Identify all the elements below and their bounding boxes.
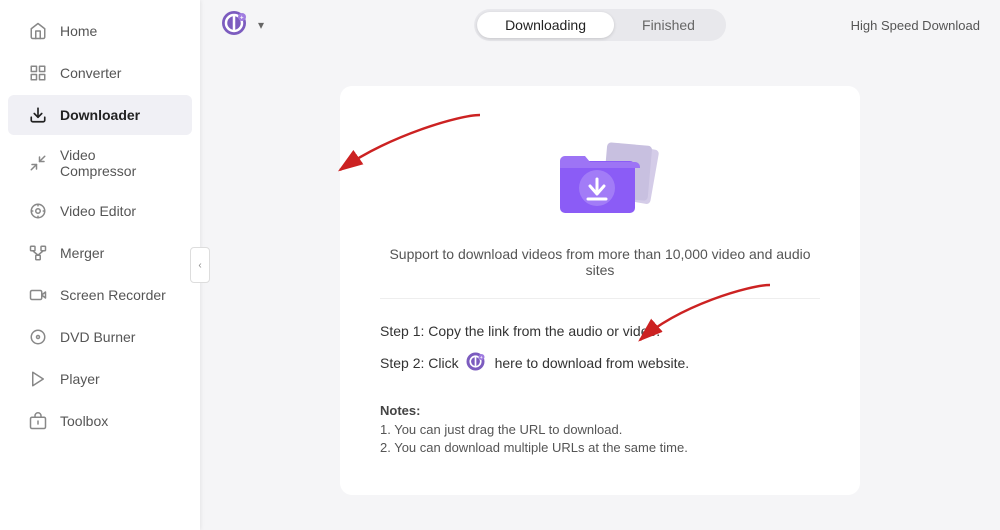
sidebar-label-toolbox: Toolbox [60,413,108,429]
sidebar-label-merger: Merger [60,245,104,261]
sidebar-item-player[interactable]: Player [8,359,192,399]
sidebar-label-converter: Converter [60,65,121,81]
sidebar-label-screen-recorder: Screen Recorder [60,287,166,303]
download-card: ✦ Support to download videos from more t… [340,86,860,495]
logo-area: + ▾ [220,9,264,41]
sidebar-label-video-editor: Video Editor [60,203,136,219]
sidebar-item-video-compressor[interactable]: Video Compressor [8,137,192,189]
tab-finished[interactable]: Finished [614,12,723,38]
sidebar-collapse-button[interactable]: ‹ [190,247,210,283]
step1-line: Step 1: Copy the link from the audio or … [380,323,820,339]
step1-text: Step 1: Copy the link from the audio or … [380,323,660,339]
step2-suffix: here to download from website. [495,355,690,371]
player-icon [28,369,48,389]
step2-prefix: Step 2: Click [380,355,459,371]
folder-illustration: ✦ [380,116,820,226]
record-icon [28,285,48,305]
note1: 1. You can just drag the URL to download… [380,422,820,437]
sidebar-item-toolbox[interactable]: Toolbox [8,401,192,441]
edit-icon [28,201,48,221]
downloader-icon [28,105,48,125]
topbar: + ▾ Downloading Finished High Speed Down… [200,0,1000,50]
home-icon [28,21,48,41]
converter-icon [28,63,48,83]
high-speed-label: High Speed Download [851,18,980,33]
sidebar-label-video-compressor: Video Compressor [60,147,172,179]
dvd-icon [28,327,48,347]
sidebar-item-converter[interactable]: Converter [8,53,192,93]
sidebar-item-merger[interactable]: Merger [8,233,192,273]
toolbox-icon [28,411,48,431]
notes-title: Notes: [380,403,820,418]
sidebar-item-video-editor[interactable]: Video Editor [8,191,192,231]
sidebar: Home Converter Downloader Video [0,0,200,530]
sidebar-label-home: Home [60,23,97,39]
step2-line: Step 2: Click + here to download from we… [380,351,820,375]
main-content: + ▾ Downloading Finished High Speed Down… [200,0,1000,530]
tab-group: Downloading Finished [474,9,726,41]
step2-icon: + [465,351,489,375]
sidebar-item-dvd-burner[interactable]: DVD Burner [8,317,192,357]
app-logo: + [220,9,252,41]
notes-section: Notes: 1. You can just drag the URL to d… [380,403,820,455]
note2: 2. You can download multiple URLs at the… [380,440,820,455]
sidebar-item-home[interactable]: Home [8,11,192,51]
sidebar-item-screen-recorder[interactable]: Screen Recorder [8,275,192,315]
logo-dropdown-arrow[interactable]: ▾ [258,18,264,32]
sidebar-label-downloader: Downloader [60,107,140,123]
sidebar-item-downloader[interactable]: Downloader [8,95,192,135]
sidebar-label-dvd-burner: DVD Burner [60,329,135,345]
sidebar-label-player: Player [60,371,100,387]
merge-icon [28,243,48,263]
tab-downloading[interactable]: Downloading [477,12,614,38]
steps-section: Step 1: Copy the link from the audio or … [380,323,820,455]
compress-icon [28,153,48,173]
svg-text:+: + [480,354,483,359]
content-area: ✦ Support to download videos from more t… [200,50,1000,530]
support-text: Support to download videos from more tha… [380,246,820,299]
notes-list: 1. You can just drag the URL to download… [380,422,820,455]
svg-text:+: + [240,16,244,22]
